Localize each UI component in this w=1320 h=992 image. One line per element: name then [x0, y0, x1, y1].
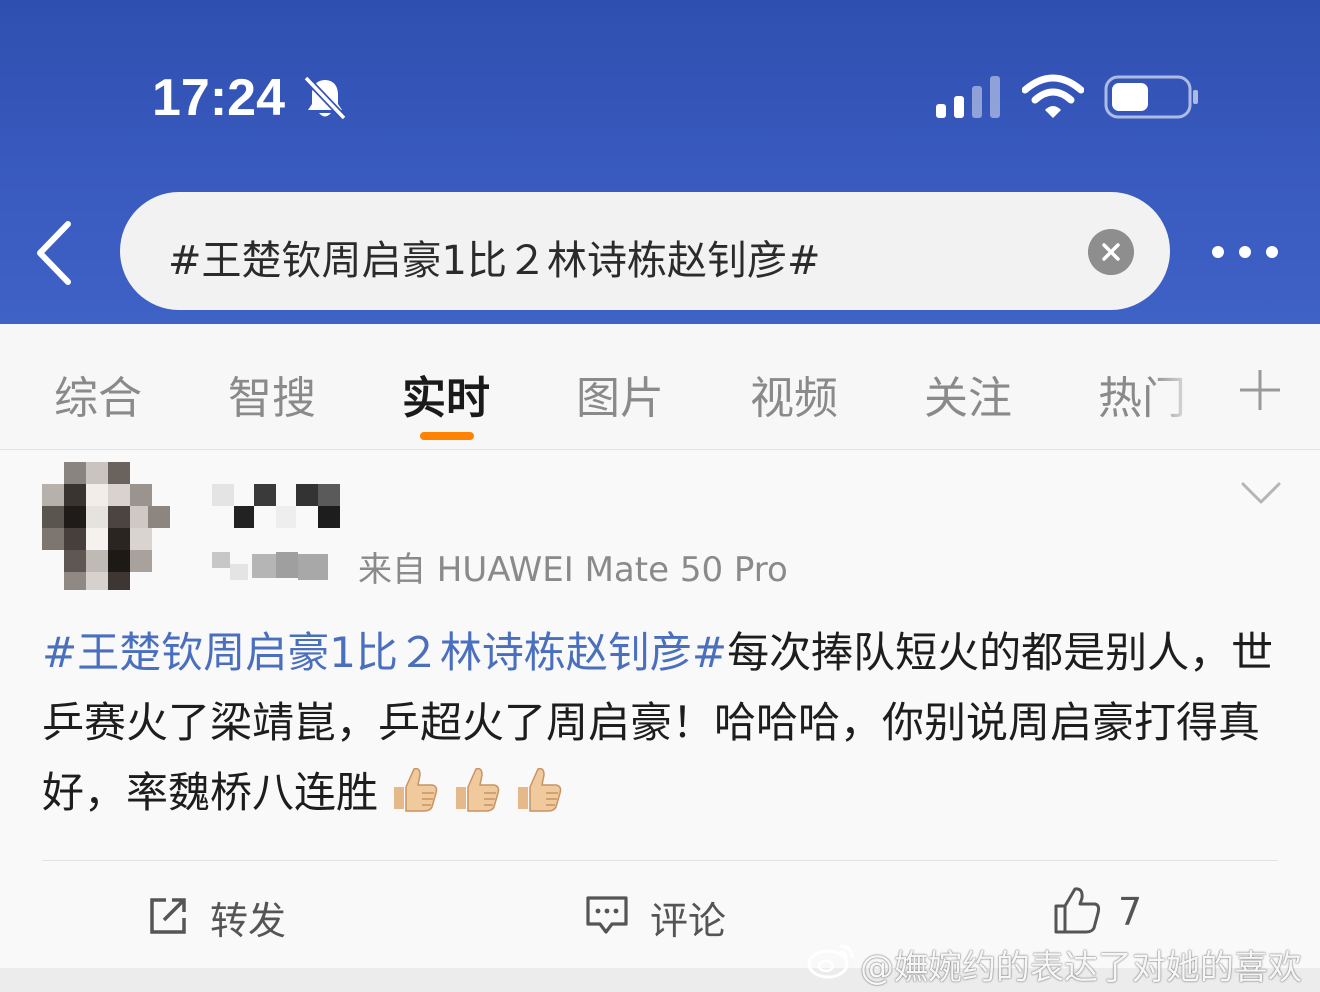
tab-bar: 综合 智搜 实时 图片 视频 关注 热门 — [0, 324, 1320, 450]
chevron-down-icon[interactable] — [1240, 478, 1282, 508]
avatar[interactable] — [42, 462, 170, 590]
like-count[interactable]: 7 — [1118, 890, 1142, 934]
status-time: 17:24 — [152, 69, 285, 127]
repost-button[interactable]: 转发 — [210, 890, 286, 945]
like-icon[interactable] — [1052, 886, 1102, 936]
header: 17:24 #王楚钦周启豪1比２林诗栋赵钊彦# — [0, 0, 1320, 324]
post-hashtag[interactable]: #王楚钦周启豪1比２林诗栋赵钊彦# — [42, 628, 727, 677]
signal-icon — [936, 76, 1000, 118]
clear-icon[interactable] — [1088, 229, 1134, 275]
add-tab-icon[interactable] — [1236, 366, 1284, 414]
comment-icon[interactable] — [584, 894, 630, 938]
active-tab-indicator — [420, 432, 474, 440]
back-icon[interactable] — [30, 220, 80, 286]
tab-realtime[interactable]: 实时 — [402, 362, 490, 426]
tab-comprehensive[interactable]: 综合 — [54, 362, 142, 426]
more-icon[interactable] — [1210, 240, 1280, 264]
post-body: #王楚钦周启豪1比２林诗栋赵钊彦#每次捧队短火的都是别人，世乒赛火了梁靖崑，乒超… — [42, 618, 1282, 828]
watermark-text: @嫵婉约的表达了对她的喜欢 — [860, 948, 1302, 988]
tab-fade — [1150, 324, 1220, 448]
tab-videos[interactable]: 视频 — [750, 362, 838, 426]
post-source: 来自 HUAWEI Mate 50 Pro — [358, 550, 788, 590]
thumbs-up-icon — [394, 767, 438, 812]
comment-button[interactable]: 评论 — [650, 890, 726, 945]
username-blurred[interactable] — [212, 484, 340, 528]
search-query: #王楚钦周启豪1比２林诗栋赵钊彦# — [168, 238, 821, 284]
wifi-icon — [1022, 74, 1084, 118]
divider — [42, 860, 1278, 861]
weibo-logo-icon — [807, 944, 854, 979]
tab-images[interactable]: 图片 — [576, 362, 664, 426]
tab-following[interactable]: 关注 — [924, 362, 1012, 426]
thumbs-up-icon — [456, 767, 500, 812]
battery-icon — [1104, 75, 1198, 119]
thumbs-up-icon — [518, 767, 562, 812]
post-time-blurred — [212, 552, 328, 580]
bell-muted-icon — [303, 75, 347, 121]
tab-smart-search[interactable]: 智搜 — [228, 362, 316, 426]
search-input[interactable]: #王楚钦周启豪1比２林诗栋赵钊彦# — [120, 192, 1170, 310]
repost-icon[interactable] — [146, 894, 190, 938]
